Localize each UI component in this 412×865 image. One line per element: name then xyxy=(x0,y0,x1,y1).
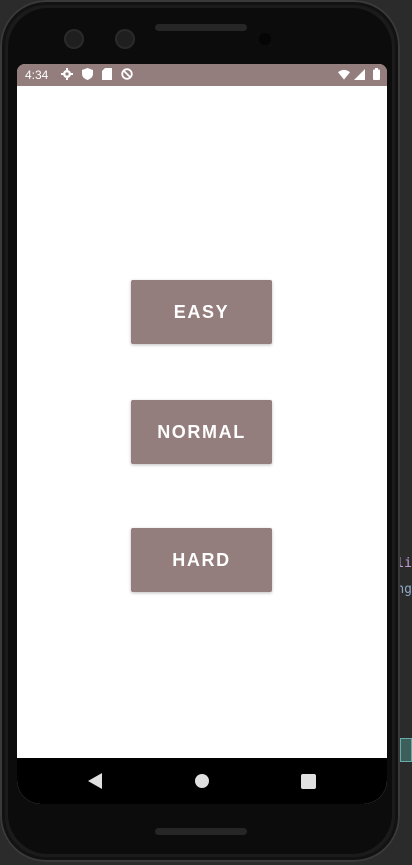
navigation-bar xyxy=(17,758,387,804)
wifi-icon xyxy=(338,68,350,80)
gear-icon xyxy=(61,68,73,80)
ide-gutter-marker xyxy=(400,738,412,762)
battery-icon xyxy=(370,68,382,80)
status-bar: 4:34 xyxy=(17,64,387,86)
home-icon[interactable] xyxy=(193,772,211,790)
earpiece-speaker xyxy=(155,24,247,31)
signal-icon xyxy=(353,68,365,80)
device-screen: 4:34 EASY NORMAL HARD xyxy=(17,64,387,804)
recents-icon[interactable] xyxy=(299,772,317,790)
sd-card-icon xyxy=(101,68,113,80)
difficulty-menu: EASY NORMAL HARD xyxy=(17,86,387,758)
normal-button[interactable]: NORMAL xyxy=(131,400,272,464)
phone-frame: 4:34 EASY NORMAL HARD xyxy=(0,0,400,862)
proximity-sensor xyxy=(259,33,271,45)
hard-button[interactable]: HARD xyxy=(131,528,272,592)
bottom-speaker xyxy=(155,828,247,835)
status-time: 4:34 xyxy=(25,68,49,82)
easy-button[interactable]: EASY xyxy=(131,280,272,344)
shield-icon xyxy=(81,68,93,80)
back-icon[interactable] xyxy=(86,772,104,790)
no-sync-icon xyxy=(121,68,133,80)
front-sensor xyxy=(115,29,135,49)
front-camera xyxy=(64,29,84,49)
